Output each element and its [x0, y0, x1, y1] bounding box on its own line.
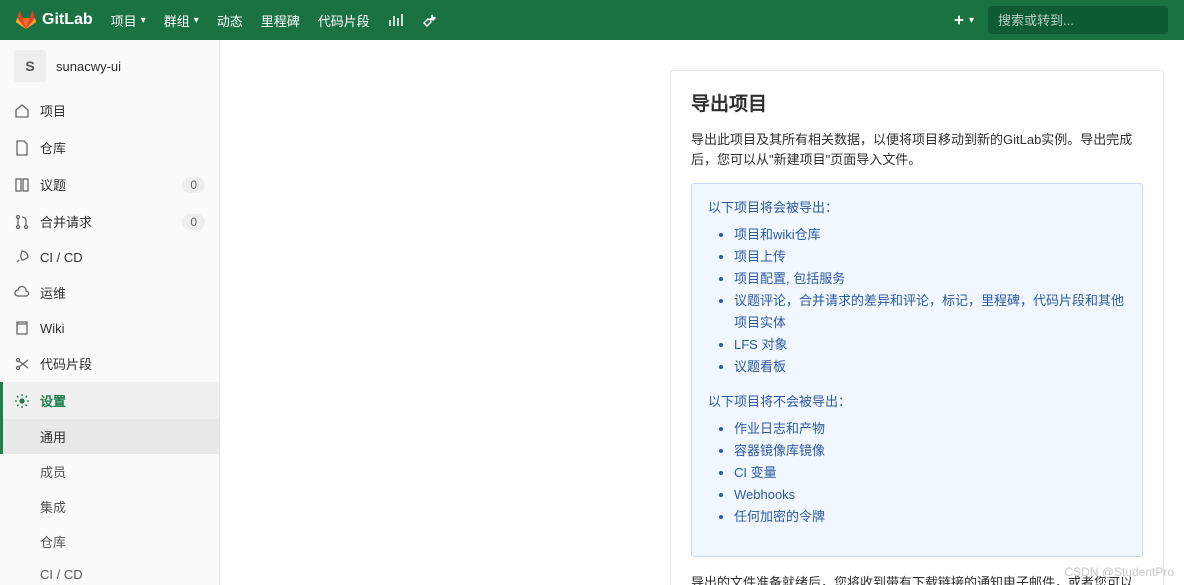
list-item: 项目和wiki仓库 [734, 224, 1126, 246]
list-item: 任何加密的令牌 [734, 506, 1126, 528]
sidebar-item-merge-requests[interactable]: 合并请求 0 [0, 203, 219, 240]
settings-sub-repository[interactable]: 仓库 [0, 524, 219, 559]
settings-sub-integrations[interactable]: 集成 [0, 489, 219, 524]
sidebar-item-wiki[interactable]: Wiki [0, 311, 219, 345]
wont-export-label: 以下项目将不会被导出： [708, 392, 1126, 412]
list-item: 项目上传 [734, 246, 1126, 268]
nav-projects[interactable]: 项目▾ [111, 11, 146, 30]
export-title: 导出项目 [691, 89, 1143, 116]
nav-milestones[interactable]: 里程碑 [261, 11, 300, 30]
chevron-down-icon: ▾ [141, 15, 146, 26]
settings-sub-members[interactable]: 成员 [0, 454, 219, 489]
sidebar: S sunacwy-ui 项目 仓库 议题 0 合并请求 0 CI / CD 运… [0, 40, 220, 585]
search-input[interactable] [988, 6, 1168, 34]
list-item: 作业日志和产物 [734, 418, 1126, 440]
cloud-icon [14, 285, 30, 301]
will-export-label: 以下项目将会被导出： [708, 198, 1126, 218]
chevron-down-icon: ▾ [969, 15, 974, 26]
brand-text[interactable]: GitLab [42, 11, 93, 29]
list-item: 项目配置, 包括服务 [734, 268, 1126, 290]
home-icon [14, 103, 30, 119]
book-icon [14, 320, 30, 336]
project-avatar: S [14, 50, 46, 82]
issues-icon [14, 177, 30, 193]
analytics-icon[interactable] [388, 12, 404, 28]
sidebar-item-snippets[interactable]: 代码片段 [0, 345, 219, 382]
list-item: 容器镜像库镜像 [734, 440, 1126, 462]
list-item: 议题看板 [734, 356, 1126, 378]
will-export-list: 项目和wiki仓库 项目上传 项目配置, 包括服务 议题评论，合并请求的差异和评… [734, 224, 1126, 379]
wrench-icon[interactable] [422, 12, 438, 28]
gitlab-logo-icon [16, 10, 36, 30]
gear-icon [14, 393, 30, 409]
sidebar-item-project[interactable]: 项目 [0, 92, 219, 129]
sidebar-item-cicd[interactable]: CI / CD [0, 240, 219, 274]
chevron-down-icon: ▾ [194, 15, 199, 26]
merge-icon [14, 214, 30, 230]
list-item: LFS 对象 [734, 334, 1126, 356]
sidebar-item-issues[interactable]: 议题 0 [0, 166, 219, 203]
main-content: 导出项目 导出此项目及其所有相关数据，以便将项目移动到新的GitLab实例。导出… [220, 40, 1184, 585]
new-item-dropdown[interactable]: ▾ [952, 13, 974, 27]
settings-sub-general[interactable]: 通用 [0, 419, 219, 454]
watermark: CSDN @StudentPro [1064, 565, 1174, 579]
export-info-box: 以下项目将会被导出： 项目和wiki仓库 项目上传 项目配置, 包括服务 议题评… [691, 183, 1143, 557]
nav-activity[interactable]: 动态 [217, 11, 243, 30]
wont-export-list: 作业日志和产物 容器镜像库镜像 CI 变量 Webhooks 任何加密的令牌 [734, 418, 1126, 528]
project-header[interactable]: S sunacwy-ui [0, 40, 219, 92]
top-navbar: GitLab 项目▾ 群组▾ 动态 里程碑 代码片段 ▾ [0, 0, 1184, 40]
export-desc: 导出此项目及其所有相关数据，以便将项目移动到新的GitLab实例。导出完成后，您… [691, 130, 1143, 169]
mr-count-badge: 0 [182, 214, 205, 230]
issues-count-badge: 0 [182, 177, 205, 193]
list-item: 议题评论，合并请求的差异和评论，标记，里程碑，代码片段和其他项目实体 [734, 290, 1126, 334]
file-icon [14, 140, 30, 156]
rocket-icon [14, 249, 30, 265]
settings-sub-cicd[interactable]: CI / CD [0, 559, 219, 585]
scissors-icon [14, 356, 30, 372]
sidebar-item-operations[interactable]: 运维 [0, 274, 219, 311]
project-name: sunacwy-ui [56, 59, 121, 74]
export-project-card: 导出项目 导出此项目及其所有相关数据，以便将项目移动到新的GitLab实例。导出… [670, 70, 1164, 585]
nav-groups[interactable]: 群组▾ [164, 11, 199, 30]
list-item: Webhooks [734, 484, 1126, 506]
list-item: CI 变量 [734, 462, 1126, 484]
nav-snippets[interactable]: 代码片段 [318, 11, 370, 30]
sidebar-item-settings[interactable]: 设置 [0, 382, 219, 419]
sidebar-item-repository[interactable]: 仓库 [0, 129, 219, 166]
